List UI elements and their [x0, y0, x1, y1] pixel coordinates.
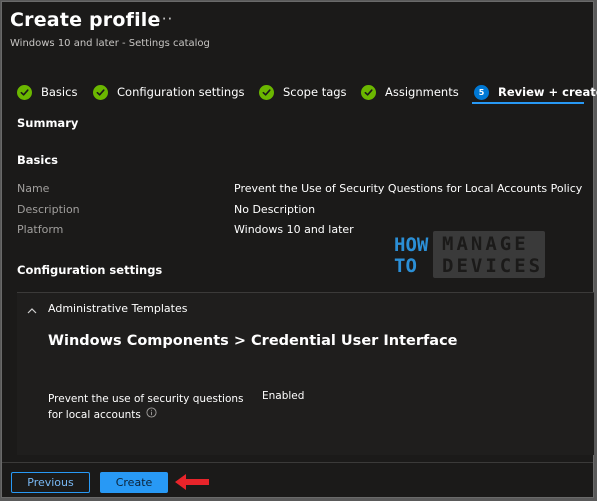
more-options-button[interactable]: ···	[156, 10, 173, 28]
page-subtitle: Windows 10 and later - Settings catalog	[10, 38, 210, 49]
configuration-settings-heading: Configuration settings	[17, 263, 163, 277]
tab-scope-tags[interactable]: Scope tags	[259, 81, 347, 103]
summary-heading: Summary	[17, 116, 79, 130]
watermark-text: DEVICES	[442, 255, 544, 277]
section-divider	[17, 292, 594, 293]
description-label: Description	[17, 203, 80, 216]
description-value: No Description	[234, 203, 316, 216]
tab-review-create[interactable]: 5 Review + create	[474, 81, 597, 103]
tab-configuration-settings[interactable]: Configuration settings	[93, 81, 245, 103]
name-value: Prevent the Use of Security Questions fo…	[234, 182, 583, 195]
tab-basics[interactable]: Basics	[17, 81, 77, 103]
category-title: Windows Components > Credential User Int…	[48, 333, 458, 349]
tab-label: Review + create	[498, 85, 597, 99]
chevron-up-icon[interactable]	[26, 302, 38, 321]
name-label: Name	[17, 182, 50, 195]
footer-divider	[2, 462, 593, 463]
configuration-section-panel	[17, 293, 594, 455]
step-number-badge: 5	[474, 84, 489, 100]
checkmark-icon	[93, 84, 108, 100]
platform-value: Windows 10 and later	[234, 223, 354, 236]
basics-heading: Basics	[17, 153, 58, 167]
checkmark-icon	[361, 84, 376, 100]
previous-button[interactable]: Previous	[11, 472, 90, 493]
tab-label: Configuration settings	[117, 85, 245, 99]
create-button[interactable]: Create	[100, 472, 168, 493]
active-tab-indicator	[472, 102, 584, 104]
arrow-left-icon	[172, 471, 212, 497]
tab-assignments[interactable]: Assignments	[361, 81, 459, 103]
administrative-templates-toggle[interactable]: Administrative Templates	[48, 302, 188, 315]
create-profile-panel: Create profile ··· Windows 10 and later …	[1, 1, 597, 498]
setting-name: Prevent the use of security questions fo…	[48, 392, 258, 423]
setting-value: Enabled	[262, 390, 305, 402]
wizard-tabs: Basics Configuration settings Scope tags…	[2, 78, 597, 104]
how-to-manage-devices-watermark: HOW TO MANAGE DEVICES	[394, 231, 546, 279]
tab-label: Assignments	[385, 85, 459, 99]
watermark-text: HOW	[394, 234, 429, 256]
page-title: Create profile	[10, 9, 161, 31]
checkmark-icon	[17, 84, 32, 100]
watermark-text: MANAGE	[442, 233, 529, 255]
info-icon[interactable]	[146, 407, 157, 423]
tab-label: Basics	[41, 85, 78, 99]
platform-label: Platform	[17, 223, 64, 236]
tab-label: Scope tags	[283, 85, 347, 99]
watermark-text: TO	[394, 255, 417, 277]
checkmark-icon	[259, 84, 274, 100]
